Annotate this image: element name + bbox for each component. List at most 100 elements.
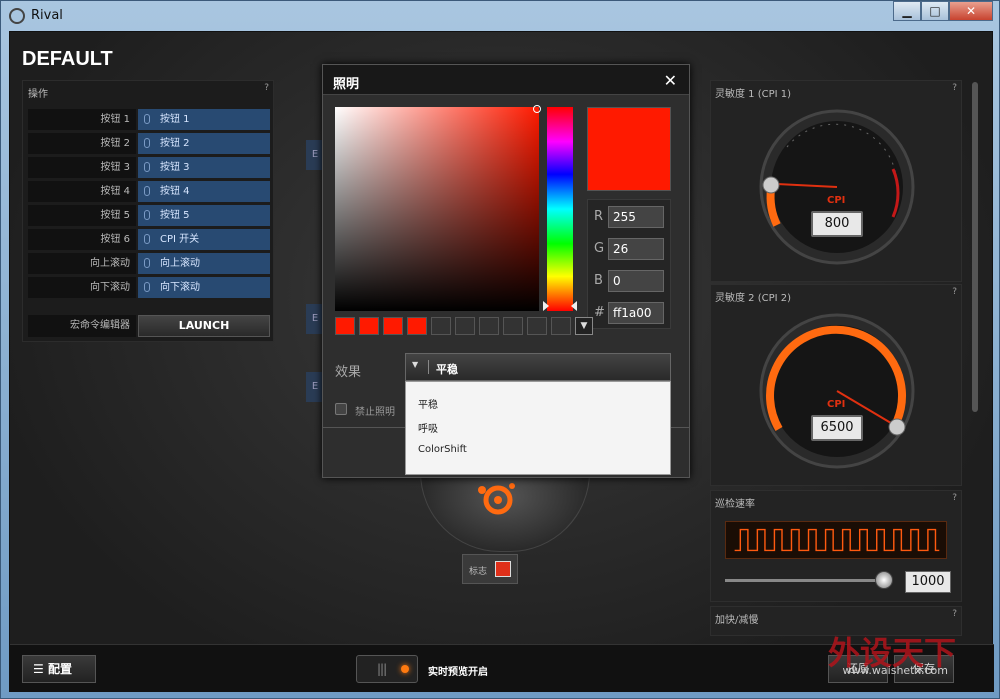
help-icon[interactable]: ? <box>952 609 957 619</box>
action-label: 按钮 3 <box>28 157 136 178</box>
action-row[interactable]: 向下滚动 向下滚动 <box>28 277 270 298</box>
g-row: G 26 <box>594 238 668 260</box>
action-value[interactable]: 向下滚动 <box>138 277 270 298</box>
right-scrollbar[interactable] <box>972 82 978 412</box>
action-value[interactable]: 按钮 3 <box>138 157 270 178</box>
r-input[interactable]: 255 <box>608 206 664 228</box>
watermark-url: www.waishetx.com <box>842 664 948 677</box>
action-label: 向下滚动 <box>28 277 136 298</box>
action-row[interactable]: 按钮 3 按钮 3 <box>28 157 270 178</box>
launch-button[interactable]: LAUNCH <box>138 315 270 337</box>
config-label: 配置 <box>47 662 72 676</box>
config-button[interactable]: ☰ 配置 <box>22 655 96 683</box>
action-label: 按钮 5 <box>28 205 136 226</box>
action-value[interactable]: 按钮 2 <box>138 133 270 154</box>
action-label: 按钮 4 <box>28 181 136 202</box>
action-label: 按钮 1 <box>28 109 136 130</box>
color-swatch[interactable] <box>527 317 547 335</box>
cpi1-value-field[interactable]: 800 <box>811 211 863 237</box>
polling-slider-knob[interactable] <box>875 571 893 589</box>
color-swatch[interactable] <box>479 317 499 335</box>
r-label: R <box>594 209 604 224</box>
color-picker-handle[interactable] <box>533 105 541 113</box>
color-saturation-picker[interactable] <box>335 107 539 311</box>
hex-input[interactable]: ff1a00 <box>608 302 664 324</box>
color-swatch[interactable] <box>551 317 571 335</box>
cpi2-unit: CPI <box>827 399 846 410</box>
color-swatch[interactable] <box>383 317 403 335</box>
effect-dropdown: 平稳 呼吸 ColorShift <box>405 381 671 475</box>
effect-option[interactable]: 呼吸 <box>418 420 438 435</box>
help-icon[interactable]: ? <box>952 287 957 297</box>
effect-current: 平稳 <box>436 363 458 376</box>
hue-slider[interactable] <box>547 107 573 311</box>
b-row: B0 <box>594 270 668 292</box>
polling-slider-track[interactable] <box>725 579 883 582</box>
cpi1-title: 灵敏度 1 (CPI 1) <box>715 89 792 100</box>
action-value-text: 按钮 4 <box>160 186 190 197</box>
title-bar: Rival ▁ □ ✕ <box>1 1 1000 31</box>
action-row[interactable]: 按钮 1 按钮 1 <box>28 109 270 130</box>
app-logo-icon <box>9 8 25 24</box>
minimize-icon[interactable]: ▁ <box>893 1 921 21</box>
color-swatch[interactable] <box>407 317 427 335</box>
b-input[interactable]: 0 <box>608 270 664 292</box>
action-value[interactable]: 按钮 4 <box>138 181 270 202</box>
r-row: R 255 <box>594 206 668 228</box>
disable-lighting-checkbox[interactable] <box>335 403 347 415</box>
action-value[interactable]: 向上滚动 <box>138 253 270 274</box>
hue-slider-arrows-icon[interactable] <box>543 301 577 311</box>
help-icon[interactable]: ? <box>952 83 957 93</box>
action-row[interactable]: 按钮 6 CPI 开关 <box>28 229 270 250</box>
action-value-text: 按钮 2 <box>160 138 190 149</box>
macro-row: 宏命令编辑器 LAUNCH <box>28 315 270 337</box>
action-value[interactable]: 按钮 5 <box>138 205 270 226</box>
color-swatch[interactable] <box>455 317 475 335</box>
action-row[interactable]: 向上滚动 向上滚动 <box>28 253 270 274</box>
color-swatch[interactable] <box>431 317 451 335</box>
lighting-dialog: 照明 ✕ R 255 G 26 B0 # ff1a00 ▼ 效果 ▼ 平稳 禁止… <box>322 64 690 478</box>
close-icon[interactable]: ✕ <box>664 71 677 90</box>
swatch-dropdown-icon[interactable]: ▼ <box>575 317 593 335</box>
color-swatch[interactable] <box>503 317 523 335</box>
cpi1-panel: 灵敏度 1 (CPI 1) ? CPI 800 <box>710 80 962 282</box>
action-value[interactable]: 按钮 1 <box>138 109 270 130</box>
close-icon[interactable]: ✕ <box>949 1 993 21</box>
g-label: G <box>594 241 605 256</box>
mouse-icon <box>144 210 150 220</box>
window-controls: ▁ □ ✕ <box>893 1 993 21</box>
maximize-icon[interactable]: □ <box>921 1 949 21</box>
color-swatch[interactable] <box>359 317 379 335</box>
dialog-title: 照明 <box>333 77 360 92</box>
g-input[interactable]: 26 <box>608 238 664 260</box>
effect-select[interactable]: ▼ 平稳 <box>405 353 671 381</box>
action-row[interactable]: 按钮 5 按钮 5 <box>28 205 270 226</box>
polling-waveform <box>725 521 947 559</box>
help-icon[interactable]: ? <box>264 83 269 93</box>
cpi1-gauge-dial[interactable] <box>757 107 917 267</box>
logo-color-swatch[interactable] <box>495 561 511 577</box>
color-swatches: ▼ <box>335 317 593 337</box>
cpi2-value-field[interactable]: 6500 <box>811 415 863 441</box>
effect-option[interactable]: ColorShift <box>418 444 467 455</box>
action-row[interactable]: 按钮 2 按钮 2 <box>28 133 270 154</box>
action-value-text: CPI 开关 <box>160 234 200 245</box>
logo-color-button[interactable]: 标志 <box>462 554 518 584</box>
polling-value-field[interactable]: 1000 <box>905 571 951 593</box>
macro-label: 宏命令编辑器 <box>28 315 136 337</box>
hex-label: # <box>594 305 605 320</box>
color-swatch[interactable] <box>335 317 355 335</box>
rgb-panel: R 255 G 26 B0 # ff1a00 <box>587 199 671 329</box>
mouse-icon <box>144 234 150 244</box>
cpi2-gauge-dial[interactable] <box>757 311 917 471</box>
effect-option[interactable]: 平稳 <box>418 396 438 411</box>
live-preview-toggle[interactable]: ||| <box>356 655 418 683</box>
action-row[interactable]: 按钮 4 按钮 4 <box>28 181 270 202</box>
action-value-text: 按钮 1 <box>160 114 190 125</box>
action-value[interactable]: CPI 开关 <box>138 229 270 250</box>
action-label: 按钮 2 <box>28 133 136 154</box>
mouse-icon <box>144 138 150 148</box>
help-icon[interactable]: ? <box>952 493 957 503</box>
led-indicator <box>401 665 409 673</box>
polling-panel: 巡检速率 ? 1000 <box>710 490 962 602</box>
